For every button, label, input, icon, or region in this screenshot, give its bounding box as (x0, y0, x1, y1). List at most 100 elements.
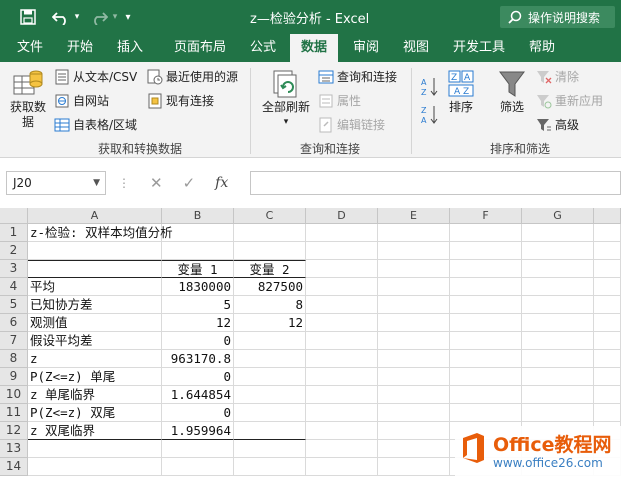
cell-c10[interactable] (234, 386, 306, 404)
reapply-button[interactable]: 重新应用 (536, 92, 603, 109)
cell-f9[interactable] (450, 368, 522, 386)
cell-g6[interactable] (522, 314, 594, 332)
cell-d4[interactable] (306, 278, 378, 296)
cell-a11[interactable]: P(Z<=z) 双尾 (28, 404, 162, 422)
cell-g8[interactable] (522, 350, 594, 368)
row-header-3[interactable]: 3 (0, 260, 28, 278)
cell-d8[interactable] (306, 350, 378, 368)
sort-ascending-button[interactable]: AZ (418, 76, 440, 98)
cell-b2[interactable] (162, 242, 234, 260)
cell-b13[interactable] (162, 440, 234, 458)
recent-sources-button[interactable]: 最近使用的源 (147, 68, 238, 85)
cell-c3[interactable]: 变量 2 (234, 260, 306, 278)
tab-insert[interactable]: 插入 (108, 34, 152, 62)
from-web-button[interactable]: 自网站 (54, 92, 109, 109)
row-header-10[interactable]: 10 (0, 386, 28, 404)
formula-input[interactable] (250, 171, 621, 195)
cell-e13[interactable] (378, 440, 450, 458)
properties-button[interactable]: 属性 (318, 92, 361, 109)
from-table-button[interactable]: 自表格/区域 (54, 116, 137, 133)
cell-e7[interactable] (378, 332, 450, 350)
cell-h5[interactable] (594, 296, 621, 314)
cell-c4[interactable]: 827500 (234, 278, 306, 296)
cell-f2[interactable] (450, 242, 522, 260)
cell-f4[interactable] (450, 278, 522, 296)
get-data-button[interactable]: 获取数 据 (6, 68, 50, 130)
row-header-12[interactable]: 12 (0, 422, 28, 440)
cell-d1[interactable] (306, 224, 378, 242)
cell-f11[interactable] (450, 404, 522, 422)
cell-b9[interactable]: 0 (162, 368, 234, 386)
name-box[interactable]: J20 ▼ (6, 171, 106, 195)
sort-button[interactable]: ZA A Z 排序 (444, 68, 478, 115)
column-header-g[interactable]: G (522, 208, 594, 224)
column-header-e[interactable]: E (378, 208, 450, 224)
cell-e6[interactable] (378, 314, 450, 332)
save-icon[interactable] (18, 7, 38, 27)
cell-f3[interactable] (450, 260, 522, 278)
cell-e5[interactable] (378, 296, 450, 314)
cell-c1[interactable] (234, 224, 306, 242)
row-header-4[interactable]: 4 (0, 278, 28, 296)
cell-g4[interactable] (522, 278, 594, 296)
redo-dropdown-icon[interactable]: ▾ (110, 7, 120, 27)
cell-a1[interactable]: z-检验: 双样本均值分析 (28, 224, 173, 242)
redo-icon[interactable] (88, 7, 110, 27)
row-header-14[interactable]: 14 (0, 458, 28, 476)
column-header-d[interactable]: D (306, 208, 378, 224)
cell-h7[interactable] (594, 332, 621, 350)
customize-toolbar-icon[interactable]: ▾ (122, 7, 134, 27)
column-header-c[interactable]: C (234, 208, 306, 224)
column-header-b[interactable]: B (162, 208, 234, 224)
cell-e11[interactable] (378, 404, 450, 422)
row-header-11[interactable]: 11 (0, 404, 28, 422)
cell-d9[interactable] (306, 368, 378, 386)
row-header-7[interactable]: 7 (0, 332, 28, 350)
cell-d13[interactable] (306, 440, 378, 458)
cell-a10[interactable]: z 单尾临界 (28, 386, 162, 404)
cell-f10[interactable] (450, 386, 522, 404)
cell-h3[interactable] (594, 260, 621, 278)
cell-c13[interactable] (234, 440, 306, 458)
cell-h10[interactable] (594, 386, 621, 404)
cell-e9[interactable] (378, 368, 450, 386)
cell-h2[interactable] (594, 242, 621, 260)
undo-dropdown-icon[interactable]: ▾ (72, 7, 82, 27)
cell-c14[interactable] (234, 458, 306, 476)
cell-a6[interactable]: 观测值 (28, 314, 162, 332)
cell-h1[interactable] (594, 224, 621, 242)
cell-a14[interactable] (28, 458, 162, 476)
column-header-a[interactable]: A (28, 208, 162, 224)
cell-a2[interactable] (28, 242, 162, 260)
cell-h8[interactable] (594, 350, 621, 368)
row-header-2[interactable]: 2 (0, 242, 28, 260)
row-header-9[interactable]: 9 (0, 368, 28, 386)
cell-b3[interactable]: 变量 1 (162, 260, 234, 278)
cell-e14[interactable] (378, 458, 450, 476)
cell-c2[interactable] (234, 242, 306, 260)
cell-c11[interactable] (234, 404, 306, 422)
cell-g7[interactable] (522, 332, 594, 350)
cell-b11[interactable]: 0 (162, 404, 234, 422)
cell-d7[interactable] (306, 332, 378, 350)
tab-home[interactable]: 开始 (58, 34, 102, 62)
undo-icon[interactable] (50, 7, 72, 27)
cell-b6[interactable]: 12 (162, 314, 234, 332)
refresh-dropdown-icon[interactable]: ▾ (284, 115, 289, 130)
cell-a9[interactable]: P(Z<=z) 单尾 (28, 368, 162, 386)
tab-page-layout[interactable]: 页面布局 (164, 34, 236, 62)
cell-d6[interactable] (306, 314, 378, 332)
from-text-csv-button[interactable]: 从文本/CSV (54, 68, 137, 85)
cell-e8[interactable] (378, 350, 450, 368)
cell-f1[interactable] (450, 224, 522, 242)
cell-h4[interactable] (594, 278, 621, 296)
clear-filter-button[interactable]: 清除 (536, 68, 579, 85)
tab-view[interactable]: 视图 (394, 34, 438, 62)
cell-h11[interactable] (594, 404, 621, 422)
existing-connections-button[interactable]: 现有连接 (147, 92, 214, 109)
tab-review[interactable]: 审阅 (344, 34, 388, 62)
name-box-dropdown-icon[interactable]: ▼ (93, 172, 100, 194)
cell-b14[interactable] (162, 458, 234, 476)
queries-connections-button[interactable]: 查询和连接 (318, 68, 397, 85)
select-all-corner[interactable] (0, 208, 28, 224)
